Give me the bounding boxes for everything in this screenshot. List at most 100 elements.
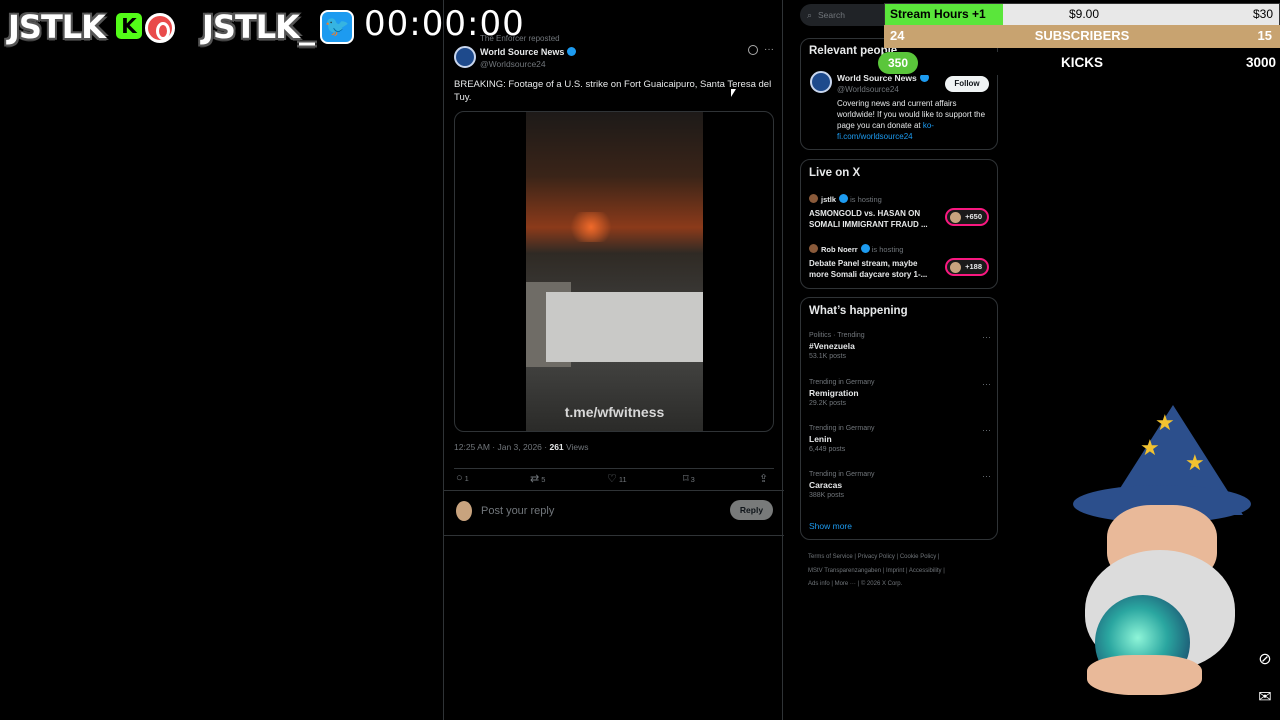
- reply-action[interactable]: ○ 1: [456, 472, 469, 484]
- trend-name: Lenin: [809, 434, 832, 444]
- twitter-bird-icon: 🐦: [320, 10, 354, 44]
- relevant-person-bio: Covering news and current affairs worldw…: [837, 98, 992, 142]
- repost-icon: ⇄: [530, 473, 540, 485]
- goal-label: SUBSCRIBERS: [1034, 28, 1130, 43]
- bookmark-action[interactable]: ⌑ 3: [683, 472, 695, 485]
- goal-label: KICKS: [1060, 55, 1103, 70]
- goal-target: $30: [1252, 7, 1273, 21]
- live-listeners-pill[interactable]: +188: [945, 258, 989, 276]
- tweet-timestamp[interactable]: 12:25 AM · Jan 3, 2026 ·: [454, 442, 547, 452]
- grok-icon[interactable]: ⊘: [1253, 648, 1277, 672]
- host-name: Rob Noerr: [821, 245, 858, 254]
- subscribers-goal: SUBSCRIBERS 24 15: [884, 25, 1280, 48]
- tweet-actions: ○ 1 ⇄ 5 ♡ 11 ⌑ 3 ⇪: [454, 468, 774, 485]
- reply-count: 1: [464, 474, 469, 483]
- more-options-icon[interactable]: ···: [982, 379, 991, 389]
- author-name[interactable]: World Source News: [480, 47, 577, 57]
- footer-link[interactable]: Ads info: [808, 581, 830, 587]
- repost-indicator: The Enforcer reposted: [480, 34, 560, 43]
- footer-link[interactable]: Cookie Policy: [900, 554, 936, 560]
- user-avatar: [456, 501, 472, 521]
- goal-current: 24: [890, 28, 905, 43]
- trend-item[interactable]: Trending in Germany Caracas 388K posts ·…: [809, 471, 991, 499]
- video-watermark: t.me/wfwitness: [564, 404, 665, 420]
- whats-happening-title: What’s happening: [809, 305, 908, 317]
- live-host: Rob Noerr is hosting: [809, 244, 991, 254]
- footer-link[interactable]: MStV Transparenzangaben: [808, 568, 881, 574]
- more-options-icon[interactable]: ···: [982, 425, 991, 435]
- listener-avatar: [950, 262, 961, 273]
- record-icon: [145, 13, 175, 43]
- host-status: is hosting: [850, 195, 882, 204]
- views-label: Views: [566, 442, 589, 452]
- footer-link[interactable]: Imprint: [886, 568, 904, 574]
- listener-count: +650: [965, 212, 982, 221]
- bookmark-count: 3: [690, 475, 695, 484]
- live-item[interactable]: Rob Noerr is hosting Debate Panel stream…: [809, 244, 991, 280]
- share-icon: ⇪: [759, 473, 769, 485]
- footer-link[interactable]: Accessibility: [909, 568, 942, 574]
- host-avatar: [809, 244, 818, 253]
- trend-category: Trending in Germany: [809, 425, 875, 432]
- tweet-video[interactable]: t.me/wfwitness: [454, 111, 774, 432]
- live-listeners-pill[interactable]: +650: [945, 208, 989, 226]
- reply-input[interactable]: Post your reply: [481, 505, 554, 517]
- reply-composer: Post your reply Reply: [444, 490, 784, 536]
- wizard-mascot: ★ ★ ★: [1055, 405, 1255, 715]
- trend-item[interactable]: Trending in Germany Lenin 6,449 posts ··…: [809, 425, 991, 453]
- kick-logo-icon: K: [116, 13, 142, 39]
- copyright: © 2026 X Corp.: [860, 581, 903, 587]
- star-icon: ★: [1155, 410, 1175, 435]
- footer-more-link[interactable]: More ···: [835, 581, 856, 587]
- share-action[interactable]: ⇪: [759, 472, 770, 485]
- live-item[interactable]: jstlk is hosting ASMONGOLD vs. HASAN ON …: [809, 194, 991, 230]
- trend-item[interactable]: Trending in Germany Remigration 29.2K po…: [809, 379, 991, 407]
- more-options-icon[interactable]: ···: [982, 471, 991, 481]
- wizard-hands: [1087, 655, 1202, 695]
- like-action[interactable]: ♡ 11: [607, 472, 627, 485]
- footer-link[interactable]: Privacy Policy: [858, 554, 895, 560]
- goal-target: 3000: [1245, 55, 1276, 70]
- trend-name: Caracas: [809, 480, 843, 490]
- kicks-goal: KICKS 350 3000: [878, 52, 1280, 75]
- fire-glow: [566, 212, 616, 242]
- author-avatar[interactable]: [454, 46, 476, 68]
- host-avatar: [809, 194, 818, 203]
- trend-item[interactable]: Politics · Trending #Venezuela 53.1K pos…: [809, 332, 991, 360]
- like-count: 11: [618, 475, 627, 484]
- mouse-cursor-icon: [731, 89, 736, 97]
- more-options-icon[interactable]: ···: [764, 44, 774, 55]
- show-more-link[interactable]: Show more: [809, 521, 852, 531]
- grok-icon[interactable]: [748, 45, 758, 55]
- relevant-person-handle[interactable]: @Worldsource24: [837, 85, 899, 94]
- tweet-text: BREAKING: Footage of a U.S. strike on Fo…: [454, 79, 772, 103]
- footer-link[interactable]: Terms of Service: [808, 554, 853, 560]
- star-icon: ★: [1140, 435, 1160, 460]
- channel-logo: JSTLK: [8, 8, 106, 46]
- live-on-x-card: Live on X jstlk is hosting ASMONGOLD vs.…: [800, 159, 998, 289]
- trend-name: Remigration: [809, 388, 859, 398]
- stream-screen: JSTLK K JSTLK_ 🐦 00:00:00 The Enforcer r…: [0, 0, 1280, 720]
- trend-category: Politics · Trending: [809, 332, 865, 339]
- relevant-person-avatar[interactable]: [810, 71, 832, 93]
- more-options-icon[interactable]: ···: [982, 332, 991, 342]
- goal-target: 15: [1257, 28, 1272, 43]
- bookmark-icon: ⌑: [683, 473, 689, 485]
- messages-icon[interactable]: ✉: [1253, 686, 1277, 710]
- stream-hours-goal: Stream Hours +1 $9.00 $30: [884, 3, 1280, 26]
- trend-name: #Venezuela: [809, 341, 855, 351]
- video-frame[interactable]: t.me/wfwitness: [526, 112, 703, 431]
- author-handle[interactable]: @Worldsource24: [480, 59, 546, 69]
- star-icon: ★: [1185, 450, 1205, 475]
- goal-current: 350: [878, 52, 918, 74]
- listener-avatar: [950, 212, 961, 223]
- tweet-detail-panel: The Enforcer reposted World Source News …: [443, 0, 784, 720]
- repost-action[interactable]: ⇄ 5: [530, 472, 545, 485]
- author-name-text[interactable]: World Source News: [480, 47, 564, 57]
- trend-category: Trending in Germany: [809, 379, 875, 386]
- reply-button[interactable]: Reply: [730, 500, 773, 520]
- live-title: Live on X: [809, 167, 861, 179]
- views-count: 261: [549, 442, 564, 452]
- trend-count: 53.1K posts: [809, 353, 846, 360]
- follow-button[interactable]: Follow: [945, 76, 989, 92]
